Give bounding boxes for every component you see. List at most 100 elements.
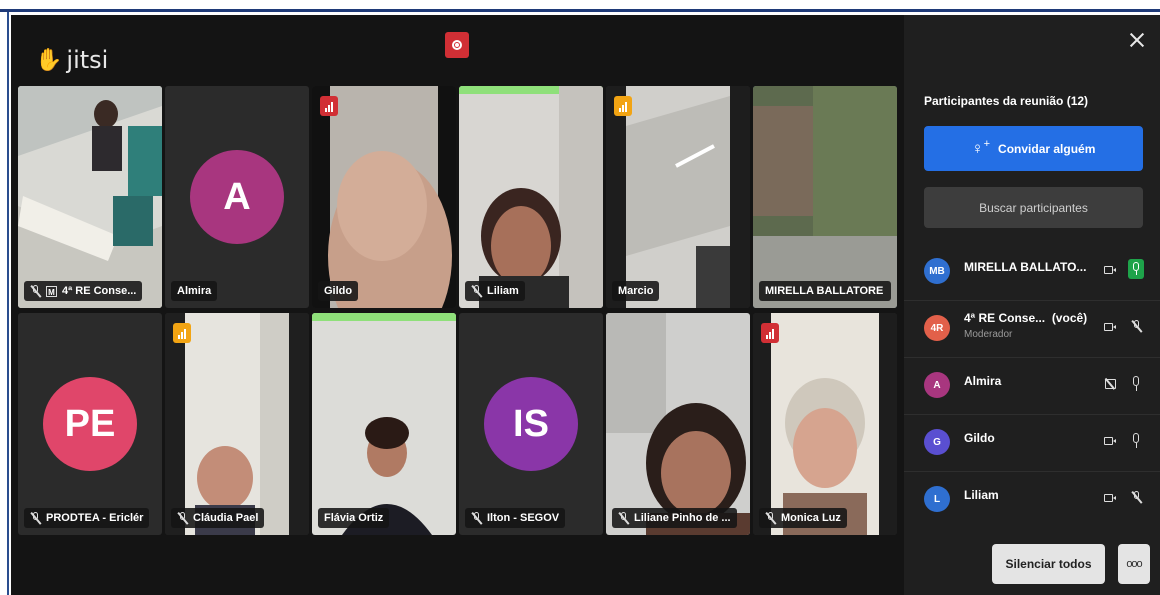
person-plus-icon: ♀+ [971, 138, 991, 158]
tile-namebar: Almira [171, 281, 218, 301]
video-tile[interactable]: IS Ilton - SEGOV [459, 313, 603, 535]
camera-icon [1104, 437, 1116, 445]
video-tile[interactable]: Cláudia Pael [165, 313, 309, 535]
tile-name: Gildo [324, 285, 353, 297]
mic-muted-icon [30, 284, 41, 298]
tile-name: Cláudia Pael [193, 512, 259, 524]
tile-namebar: M 4ª RE Conse... [24, 281, 143, 301]
mic-muted-icon [1131, 320, 1142, 333]
tile-name: Liliane Pinho de ... [634, 512, 731, 524]
tile-namebar: MIRELLA BALLATORE [759, 281, 891, 301]
avatar: PE [43, 377, 137, 471]
participant-name: Gildo [964, 431, 995, 445]
participant-video [459, 86, 603, 308]
tile-namebar: Marcio [612, 281, 660, 301]
participant-video [312, 313, 456, 535]
tile-namebar: PRODTEA - Ericlér [24, 508, 150, 528]
tile-namebar: Liliam [465, 281, 525, 301]
tile-name: Flávia Ortiz [324, 512, 384, 524]
tile-name: MIRELLA BALLATORE [765, 285, 884, 297]
participant-row[interactable]: G Gildo [904, 415, 1160, 472]
participant-name: Liliam [964, 488, 999, 502]
tile-namebar: Flávia Ortiz [318, 508, 390, 528]
video-tile[interactable]: Liliane Pinho de ... [606, 313, 750, 535]
tile-name: Almira [177, 285, 212, 297]
tile-name: Monica Luz [781, 512, 841, 524]
participant-video [165, 313, 309, 535]
participant-row[interactable]: L Liliam [904, 472, 1160, 528]
mic-active-icon [1128, 259, 1144, 279]
mic-muted-icon [471, 511, 482, 525]
mic-icon [1132, 433, 1140, 448]
tile-name: Marcio [618, 285, 654, 297]
jitsi-hand-icon: ✋ [35, 47, 63, 73]
tile-name: Ilton - SEGOV [487, 512, 560, 524]
connection-indicator[interactable] [320, 96, 338, 116]
tile-name: 4ª RE Conse... [62, 285, 137, 297]
connection-indicator[interactable] [173, 323, 191, 343]
mic-muted-icon [471, 284, 482, 298]
participants-panel: Participantes da reunião (12) ♀+ Convida… [904, 15, 1160, 595]
tile-namebar: Liliane Pinho de ... [612, 508, 737, 528]
moderator-badge: M [46, 285, 57, 297]
connection-indicator[interactable] [614, 96, 632, 116]
invite-button[interactable]: ♀+ Convidar alguém [924, 126, 1143, 171]
more-options-button[interactable]: ooo [1118, 544, 1150, 584]
avatar: IS [484, 377, 578, 471]
mic-muted-icon [618, 511, 629, 525]
tile-namebar: Gildo [318, 281, 359, 301]
video-tile[interactable]: Marcio [606, 86, 750, 308]
participant-row[interactable]: 4R 4ª RE Conse... (você) Moderador [904, 301, 1160, 358]
camera-icon [1104, 266, 1116, 274]
record-icon [452, 40, 462, 50]
participant-video [606, 86, 750, 308]
participant-name: Almira [964, 374, 1002, 388]
mute-all-button[interactable]: Silenciar todos [992, 544, 1105, 584]
participant-name-text: 4ª RE Conse... [964, 311, 1046, 325]
video-tile[interactable]: Flávia Ortiz [312, 313, 456, 535]
search-participants-input[interactable]: Buscar participantes [924, 187, 1143, 228]
tile-name: PRODTEA - Ericlér [46, 512, 144, 524]
video-tile[interactable]: MIRELLA BALLATORE [753, 86, 897, 308]
mic-muted-icon [765, 511, 776, 525]
tile-namebar: Cláudia Pael [171, 508, 265, 528]
video-tile[interactable]: A Almira [165, 86, 309, 308]
participant-video [18, 86, 162, 308]
connection-indicator[interactable] [761, 323, 779, 343]
tile-namebar: Ilton - SEGOV [465, 508, 566, 528]
participant-video [753, 313, 897, 535]
participant-video [606, 313, 750, 535]
avatar: A [924, 372, 950, 398]
camera-icon [1104, 323, 1116, 331]
mic-icon [1132, 376, 1140, 391]
close-icon[interactable] [1128, 31, 1146, 49]
video-tile[interactable]: Liliam [459, 86, 603, 308]
video-tile[interactable]: Gildo [312, 86, 456, 308]
participant-row[interactable]: MB MIRELLA BALLATO... [904, 244, 1160, 301]
participant-name: MIRELLA BALLATO... [964, 260, 1087, 274]
video-tile[interactable]: Monica Luz [753, 313, 897, 535]
participant-row[interactable]: A Almira [904, 358, 1160, 415]
logo-text: jitsi [66, 46, 109, 74]
video-tile[interactable]: M 4ª RE Conse... [18, 86, 162, 308]
jitsi-logo: ✋ jitsi [35, 46, 108, 74]
avatar: A [190, 150, 284, 244]
invite-label: Convidar alguém [998, 141, 1096, 156]
participant-video [312, 86, 456, 308]
video-tile[interactable]: PE PRODTEA - Ericlér [18, 313, 162, 535]
browser-top-edge [0, 0, 1160, 12]
mic-muted-icon [1131, 491, 1142, 504]
recording-indicator[interactable] [445, 32, 469, 58]
avatar: 4R [924, 315, 950, 341]
participant-role: Moderador [964, 329, 1013, 340]
you-suffix: (você) [1051, 311, 1088, 325]
participant-video [753, 86, 897, 308]
tile-name: Liliam [487, 285, 519, 297]
panel-title: Participantes da reunião (12) [924, 94, 1089, 108]
tile-namebar: Monica Luz [759, 508, 847, 528]
participant-name: 4ª RE Conse... (você) [964, 311, 1087, 325]
window-left-edge [0, 12, 9, 595]
mic-muted-icon [177, 511, 188, 525]
avatar: G [924, 429, 950, 455]
avatar: L [924, 486, 950, 512]
